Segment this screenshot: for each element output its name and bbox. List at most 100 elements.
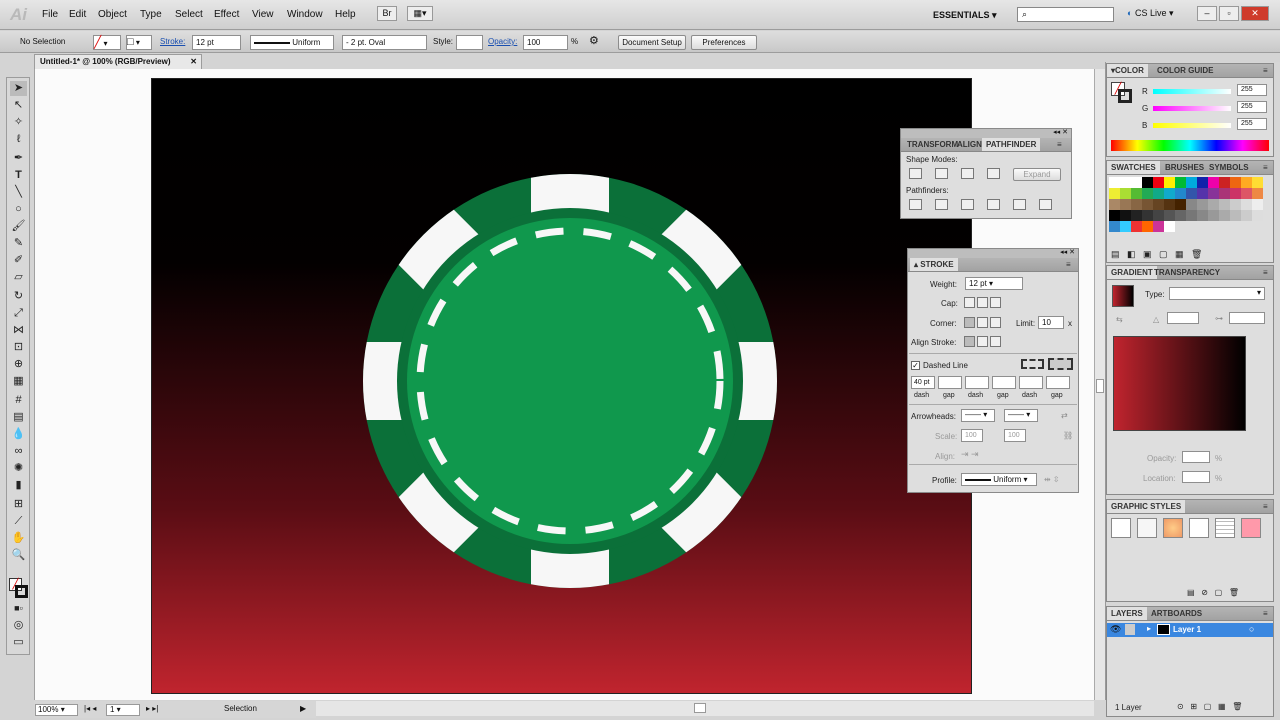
swatch[interactable] <box>1120 221 1131 232</box>
swatch[interactable] <box>1131 210 1142 221</box>
layer-row[interactable]: 👁 ▸ Layer 1 ○ <box>1107 623 1273 637</box>
paintbrush-tool-icon[interactable]: 🖌 <box>10 219 27 234</box>
location-field[interactable] <box>1182 471 1210 483</box>
shape-builder-tool-icon[interactable]: ⊕ <box>10 357 27 372</box>
color-stroke-icon[interactable] <box>1118 89 1132 103</box>
menu-help[interactable]: Help <box>335 9 356 20</box>
merge-icon[interactable] <box>961 199 974 210</box>
arrow-align-buttons[interactable]: ⇥ ⇥ <box>961 449 979 460</box>
lasso-tool-icon[interactable]: ℓ <box>10 132 27 147</box>
tab-pathfinder[interactable]: PATHFINDER <box>982 138 1041 151</box>
fill-stroke-indicator[interactable]: ╱ <box>9 578 29 598</box>
swatch[interactable] <box>1230 188 1241 199</box>
blend-tool-icon[interactable]: ∞ <box>10 444 27 459</box>
dash-2-field[interactable] <box>965 376 989 389</box>
tab-brushes[interactable]: BRUSHES <box>1161 161 1208 174</box>
swatch[interactable] <box>1131 177 1142 188</box>
swatch[interactable] <box>1153 177 1164 188</box>
magic-wand-tool-icon[interactable]: ✧ <box>10 115 27 130</box>
collapse-icon[interactable]: ◂◂ <box>1053 129 1060 136</box>
swatch[interactable] <box>1252 188 1263 199</box>
swatch[interactable] <box>1153 188 1164 199</box>
flip-profile-icons[interactable]: ⇹ ⇳ <box>1044 475 1060 484</box>
scale-end-field[interactable]: 100 <box>1004 429 1026 442</box>
reverse-gradient-icon[interactable]: ⇆ <box>1116 315 1123 324</box>
profile-select[interactable]: Uniform ▾ <box>961 473 1037 486</box>
gap-3-field[interactable] <box>1046 376 1070 389</box>
miter-join-icon[interactable] <box>964 317 975 328</box>
opacity-link[interactable]: Opacity: <box>488 35 517 50</box>
angle-field[interactable] <box>1167 312 1199 324</box>
swatch[interactable] <box>1131 199 1142 210</box>
swatch[interactable] <box>1252 199 1263 210</box>
mesh-tool-icon[interactable]: # <box>10 393 27 408</box>
horizontal-scrollbar[interactable] <box>316 701 1094 716</box>
swatch[interactable] <box>1131 221 1142 232</box>
swatch-grid[interactable] <box>1109 177 1267 232</box>
style-pink[interactable] <box>1241 518 1261 538</box>
style-default[interactable] <box>1111 518 1131 538</box>
visibility-eye-icon[interactable]: 👁 <box>1110 624 1121 635</box>
swatch[interactable] <box>1241 210 1252 221</box>
drawing-mode-icon[interactable]: ◎ <box>10 618 27 633</box>
line-tool-icon[interactable]: ╲ <box>10 185 27 200</box>
direct-selection-tool-icon[interactable]: ↖ <box>10 98 27 113</box>
close-window-button[interactable]: ✕ <box>1241 6 1269 21</box>
style-stripes[interactable] <box>1215 518 1235 538</box>
swatch[interactable] <box>1142 210 1153 221</box>
swatch[interactable] <box>1219 199 1230 210</box>
swatch[interactable] <box>1164 210 1175 221</box>
swatch[interactable] <box>1120 210 1131 221</box>
tab-transparency[interactable]: TRANSPARENCY <box>1150 266 1224 279</box>
type-tool-icon[interactable]: T <box>10 168 27 183</box>
swatch[interactable] <box>1175 188 1186 199</box>
stroke-collapse-icon[interactable]: ◂◂ <box>1060 249 1067 256</box>
style-scribble[interactable] <box>1189 518 1209 538</box>
link-scale-icon[interactable]: ⛓ <box>1063 431 1073 440</box>
swatch[interactable] <box>1208 210 1219 221</box>
dash-1-field[interactable]: 40 pt <box>911 376 935 389</box>
swatch[interactable] <box>1208 199 1219 210</box>
gap-1-field[interactable] <box>938 376 962 389</box>
minus-front-icon[interactable] <box>935 168 948 179</box>
fill-swatch[interactable]: ╱ ▾ <box>93 35 121 50</box>
b-field[interactable]: 255 <box>1237 118 1267 130</box>
stroke-swatch[interactable]: □ ▾ <box>126 35 152 50</box>
variable-width-profile[interactable]: Uniform <box>250 35 334 50</box>
divide-icon[interactable] <box>909 199 922 210</box>
style-basic[interactable] <box>1137 518 1157 538</box>
swatch[interactable] <box>1131 188 1142 199</box>
swatch[interactable] <box>1197 177 1208 188</box>
round-join-icon[interactable] <box>977 317 988 328</box>
swatch[interactable] <box>1120 188 1131 199</box>
g-field[interactable]: 255 <box>1237 101 1267 113</box>
color-spectrum[interactable] <box>1111 140 1269 151</box>
weight-field[interactable]: 12 pt ▾ <box>965 277 1023 290</box>
artboard-tool-icon[interactable]: ⊞ <box>10 497 27 512</box>
menu-type[interactable]: Type <box>140 9 162 20</box>
menu-file[interactable]: File <box>42 9 58 20</box>
vertical-scroll-thumb[interactable] <box>1096 379 1104 393</box>
unite-icon[interactable] <box>909 168 922 179</box>
swatch[interactable] <box>1109 177 1120 188</box>
stroke-panel-menu-icon[interactable]: ≡ <box>1062 258 1075 271</box>
intersect-icon[interactable] <box>961 168 974 179</box>
r-field[interactable]: 255 <box>1237 84 1267 96</box>
swatch[interactable] <box>1142 188 1153 199</box>
round-cap-icon[interactable] <box>977 297 988 308</box>
ellipse-tool-icon[interactable]: ○ <box>10 202 27 217</box>
swatches-menu-icon[interactable]: ≡ <box>1259 161 1272 174</box>
cslive-button[interactable]: ◐ CS Live ▾ <box>1127 8 1174 19</box>
tab-layers[interactable]: LAYERS <box>1107 607 1147 620</box>
recolor-icon[interactable]: ⚙ <box>589 35 599 50</box>
swatch[interactable] <box>1186 188 1197 199</box>
swatch[interactable] <box>1241 177 1252 188</box>
brush-definition[interactable]: - 2 pt. Oval <box>342 35 427 50</box>
swatch[interactable] <box>1186 210 1197 221</box>
swatch[interactable] <box>1186 199 1197 210</box>
swatch[interactable] <box>1197 188 1208 199</box>
swatch[interactable] <box>1219 188 1230 199</box>
end-arrowhead-select[interactable]: —— ▾ <box>1004 409 1038 422</box>
stroke-close-icon[interactable]: ✕ <box>1069 249 1075 256</box>
swatch[interactable] <box>1153 210 1164 221</box>
